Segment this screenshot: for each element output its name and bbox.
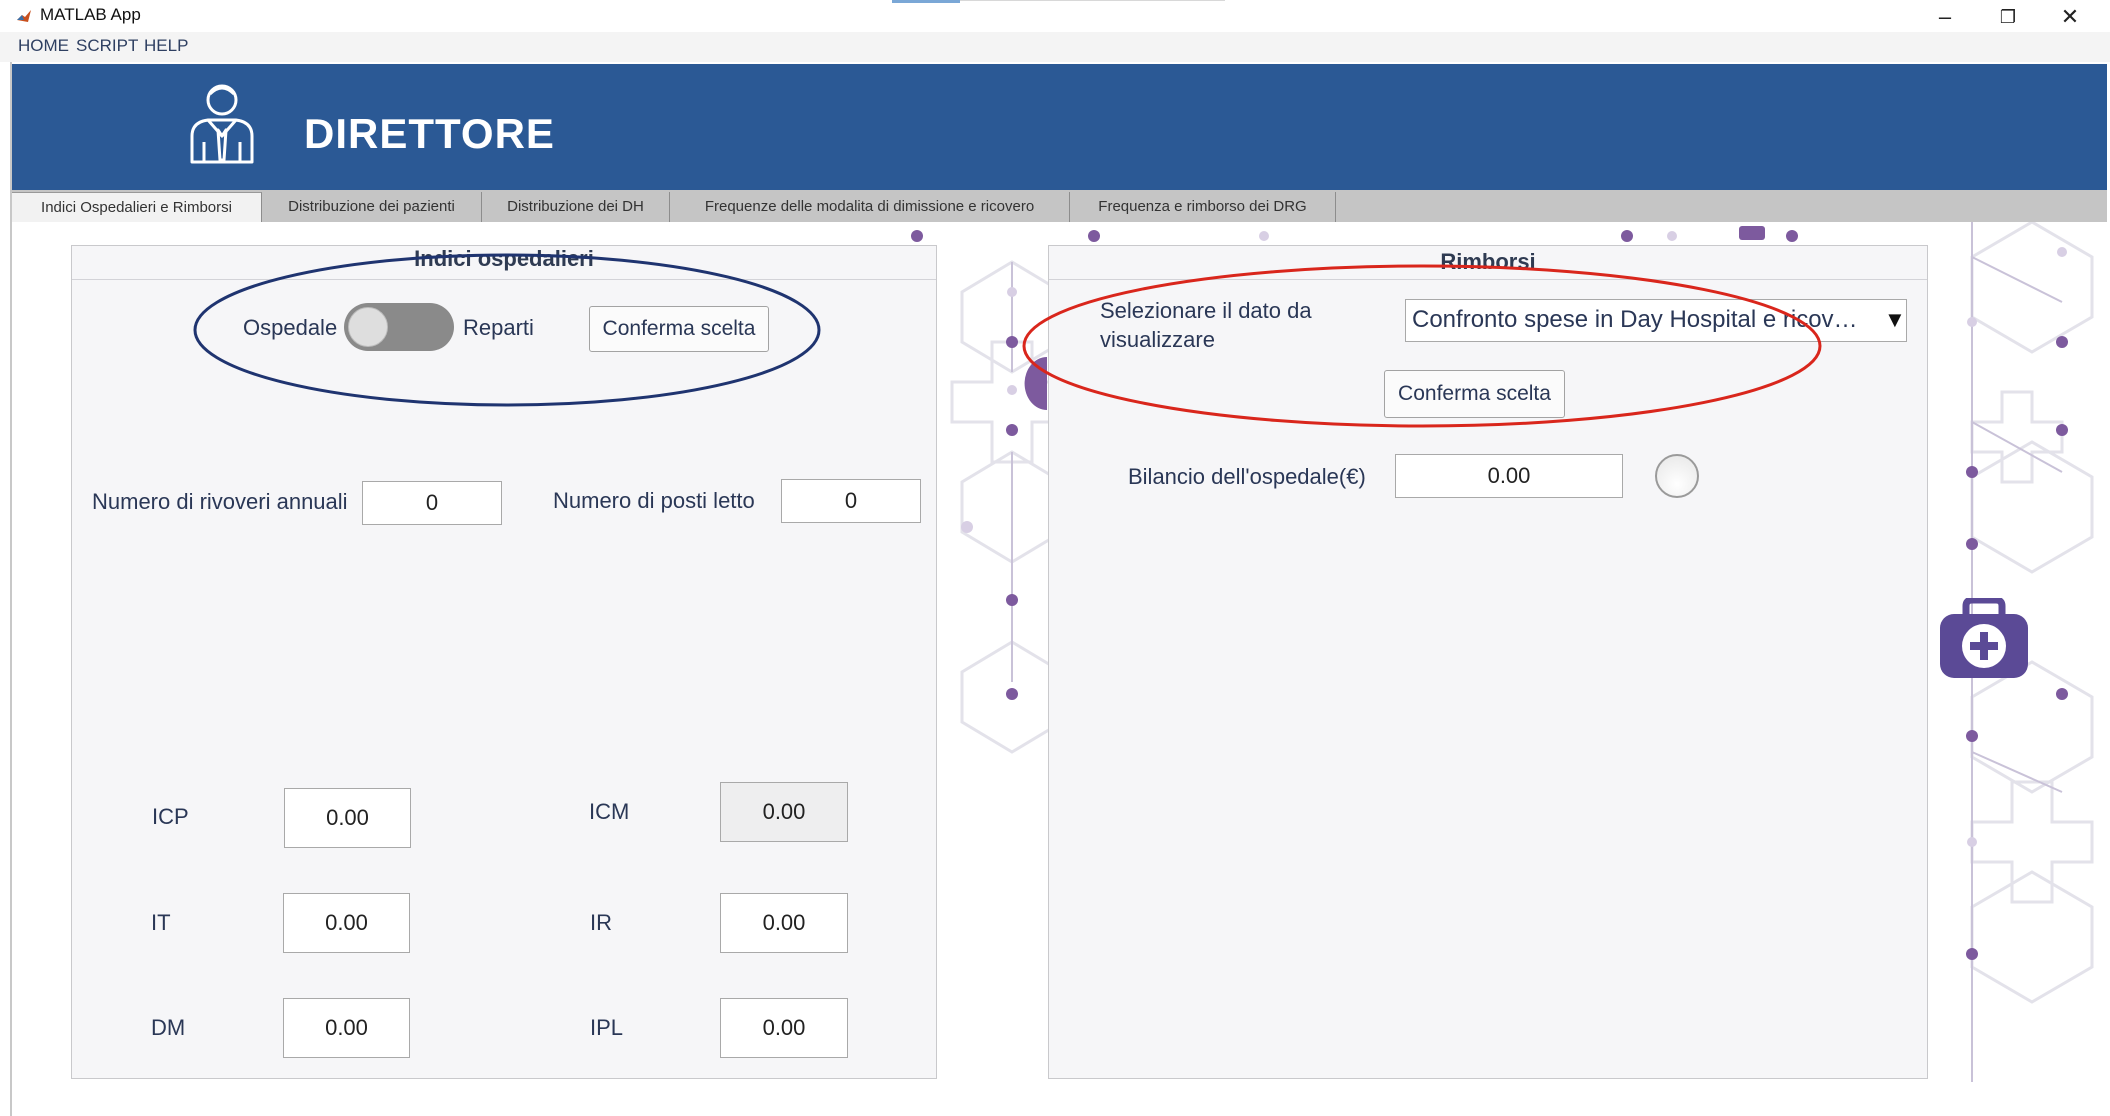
medkit-icon (1940, 598, 2028, 678)
ipl-label: IPL (590, 1015, 624, 1040)
select-data-label: Selezionare il dato da visualizzare (1100, 296, 1312, 354)
window-title: MATLAB App (40, 5, 141, 24)
conferma-scelta-button-right[interactable]: Conferma scelta (1384, 370, 1565, 418)
panel-title-rimborsi: Rimborsi (1440, 249, 1536, 274)
window-title-bar (0, 0, 2110, 32)
title-accent-line (892, 0, 960, 3)
ricoveri-field[interactable]: 0 (362, 481, 502, 525)
panel-divider (72, 279, 936, 280)
conferma-scelta-button-left[interactable]: Conferma scelta (589, 306, 769, 352)
switch-label-ospedale: Ospedale (243, 315, 338, 340)
tab-indici-ospedalieri-rimborsi[interactable]: Indici Ospedalieri e Rimborsi (12, 192, 262, 222)
tab-frequenza-rimborso-drg[interactable]: Frequenza e rimborso dei DRG (1070, 192, 1336, 222)
panel-title-indici: Indici ospedalieri (414, 246, 594, 271)
tab-frequenze-dimissione-ricovero[interactable]: Frequenze delle modalita di dimissione e… (670, 192, 1070, 222)
bilancio-label: Bilancio dell'ospedale(€) (1128, 464, 1366, 489)
close-icon[interactable]: ✕ (2040, 2, 2100, 32)
it-field[interactable]: 0.00 (283, 893, 410, 953)
dm-field[interactable]: 0.00 (283, 998, 410, 1058)
dm-label: DM (151, 1015, 186, 1040)
select-data-label-line2: visualizzare (1100, 327, 1215, 352)
data-dropdown[interactable]: Confronto spese in Day Hospital e ricov…… (1405, 299, 1907, 342)
dropdown-selected-value: Confronto spese in Day Hospital e ricov… (1412, 306, 1858, 333)
it-label: IT (151, 910, 171, 935)
posti-letto-label: Numero di posti letto (553, 488, 755, 513)
icp-label: ICP (152, 804, 189, 829)
icm-label: ICM (589, 799, 630, 824)
minimize-icon[interactable]: – (1915, 2, 1975, 32)
panel-divider (1049, 279, 1927, 280)
bilancio-field[interactable]: 0.00 (1395, 454, 1623, 498)
ricoveri-label: Numero di rivoveri annuali (92, 489, 348, 514)
restore-icon[interactable]: ❐ (1978, 2, 2038, 32)
chevron-down-icon[interactable]: ▼ (1884, 307, 1906, 333)
menu-script[interactable]: SCRIPT (76, 36, 138, 56)
status-lamp (1655, 454, 1699, 498)
ir-label: IR (590, 910, 612, 935)
menu-home[interactable]: HOME (18, 36, 69, 56)
menu-bar (0, 32, 2110, 62)
indici-ospedalieri-panel (71, 245, 937, 1079)
ipl-field[interactable]: 0.00 (720, 998, 848, 1058)
page-title: DIRETTORE (304, 110, 555, 157)
switch-knob[interactable] (348, 307, 388, 347)
menu-help[interactable]: HELP (144, 36, 188, 56)
switch-label-reparti: Reparti (463, 315, 534, 340)
posti-letto-field[interactable]: 0 (781, 479, 921, 523)
icp-field[interactable]: 0.00 (284, 788, 411, 848)
matlab-logo-icon (16, 8, 32, 24)
user-tie-icon (190, 84, 254, 164)
ir-field[interactable]: 0.00 (720, 893, 848, 953)
icm-field[interactable]: 0.00 (720, 782, 848, 842)
title-divider-line (960, 0, 1225, 1)
tab-distribuzione-pazienti[interactable]: Distribuzione dei pazienti (262, 192, 482, 222)
select-data-label-line1: Selezionare il dato da (1100, 298, 1312, 323)
tab-distribuzione-dh[interactable]: Distribuzione dei DH (482, 192, 670, 222)
